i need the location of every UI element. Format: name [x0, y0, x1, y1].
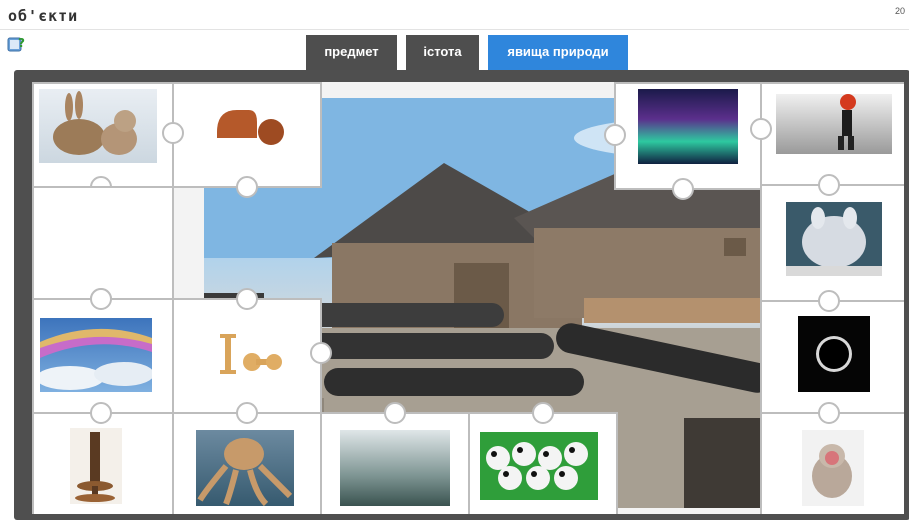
puzzle-area — [32, 82, 904, 514]
snow-walker-picture — [776, 94, 892, 154]
piece-knob — [162, 122, 184, 144]
piece-knob — [90, 402, 112, 424]
puzzle-piece-snow-monkey[interactable] — [760, 402, 904, 514]
piece-knob — [818, 402, 840, 424]
puzzle-piece-fog-forest[interactable] — [320, 402, 470, 514]
piece-knob — [90, 288, 112, 310]
rabbit-cat-picture — [39, 89, 157, 163]
puzzle-piece-fluffy-rabbit[interactable] — [760, 174, 904, 302]
puzzle-piece-rabbit-and-cat[interactable] — [32, 82, 174, 198]
piece-knob — [604, 124, 626, 146]
page-counter: 20 — [894, 6, 905, 16]
aurora-picture — [638, 89, 738, 164]
puzzle-piece-rainbow-clouds[interactable] — [32, 288, 174, 414]
solar-eclipse-picture — [798, 316, 870, 392]
piece-knob — [384, 402, 406, 424]
fluffy-rabbit-picture — [786, 202, 882, 276]
piece-knob — [818, 174, 840, 196]
tab-subject[interactable]: предмет — [306, 35, 397, 70]
wooden-stand-picture — [70, 428, 122, 504]
puzzle-piece-octopus[interactable] — [172, 402, 322, 514]
rainbow-clouds-picture — [40, 318, 152, 392]
piece-knob — [310, 342, 332, 364]
dumbbells-picture — [212, 334, 282, 378]
octopus-picture — [196, 430, 294, 506]
svg-text:?: ? — [18, 36, 25, 50]
header-divider — [0, 29, 909, 30]
piece-knob — [236, 288, 258, 310]
snow-monkey-picture — [802, 430, 864, 506]
help-book-icon[interactable]: ? — [7, 34, 27, 54]
piece-knob — [750, 118, 772, 140]
puzzle-piece-wooden-chairs[interactable] — [162, 82, 322, 198]
puzzle-piece-solar-eclipse[interactable] — [760, 290, 904, 414]
puzzle-piece-wooden-stand[interactable] — [32, 402, 174, 514]
fog-forest-picture — [340, 430, 450, 506]
puzzle-piece-dumbbells[interactable] — [172, 288, 332, 414]
wooden-chairs-picture — [209, 102, 289, 148]
puzzle-piece-snow-walker[interactable] — [750, 82, 904, 186]
puzzle-board — [14, 70, 909, 520]
puzzle-piece-pandas[interactable] — [468, 402, 618, 514]
piece-knob — [532, 402, 554, 424]
tab-creature[interactable]: істота — [406, 35, 479, 70]
piece-knob — [818, 290, 840, 312]
puzzle-piece-aurora[interactable] — [604, 82, 762, 200]
page-title: об'єкти — [8, 7, 79, 25]
piece-knob — [236, 402, 258, 424]
tab-nature-phenomena[interactable]: явища природи — [488, 35, 628, 70]
piece-knob — [672, 178, 694, 200]
pandas-picture — [480, 432, 598, 500]
piece-knob — [236, 176, 258, 198]
puzzle-piece-empty[interactable] — [32, 186, 174, 310]
